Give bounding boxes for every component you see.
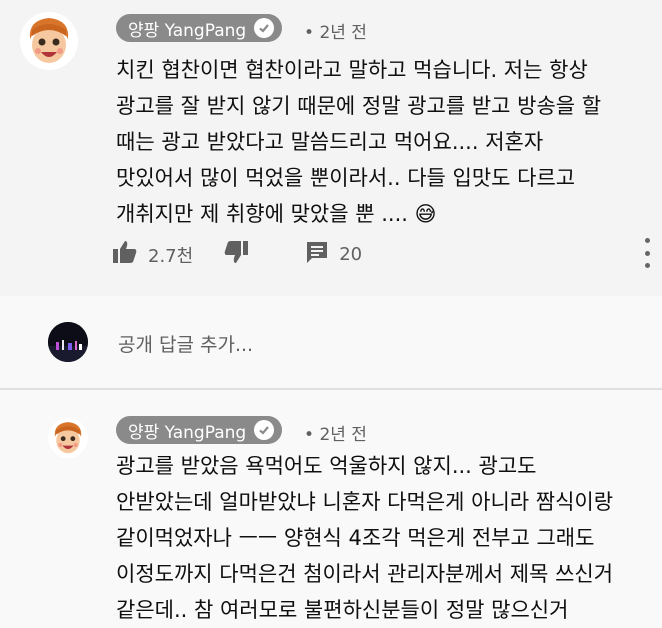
comment-text: 치킨 협찬이면 협찬이라고 말하고 먹습니다. 저는 항상 광고를 잘 받지 않… (116, 52, 601, 232)
comment-text: 광고를 받았음 욕먹어도 억울하지 않지... 광고도 안받았는데 얼마받았냐 … (116, 448, 613, 628)
comment-line: 같은데.. 참 여러모로 불편하신분들이 정말 많으신거 (116, 598, 569, 622)
sweat-smile-emoji: 😅 (414, 202, 437, 226)
comment-actions: 2.7천 20 (112, 240, 362, 269)
verified-check-icon (254, 18, 275, 38)
thumbs-down-icon (223, 240, 249, 269)
more-options-icon[interactable] (642, 238, 652, 268)
reply-input[interactable]: 공개 답글 추가... (118, 330, 253, 357)
comment-line: 안받았는데 얼마받았냐 니혼자 다먹은게 아니라 짬식이랑 (116, 490, 614, 514)
comment-line: 맛있어서 많이 먹었을 뿐이라서.. 다들 입맛도 다르고 (116, 166, 576, 190)
comment-line: 이정도까지 다먹은건 첨이라서 관리자분께서 제목 쓰신거 (116, 562, 614, 586)
comment-bubble-icon (305, 240, 329, 269)
comment-line: 같이먹었자나 ㅡㅡ 양현식 4조각 먹은게 전부고 그래도 (116, 526, 595, 550)
author-name: 양팡 YangPang (128, 20, 247, 41)
comment-line: 광고를 받았음 욕먹어도 억울하지 않지... 광고도 (116, 454, 537, 478)
like-button[interactable]: 2.7천 (112, 240, 193, 269)
divider (0, 388, 662, 390)
replies-button[interactable]: 20 (305, 240, 362, 269)
author-avatar[interactable] (48, 418, 88, 458)
comment-time: • 2년 전 (304, 23, 367, 43)
like-count: 2.7천 (148, 245, 194, 267)
author-avatar[interactable] (20, 12, 78, 70)
comment-line: 개취지만 제 취향에 맞았을 뿐 .... (116, 202, 408, 226)
reply-count: 20 (339, 244, 363, 265)
thumbs-up-icon (112, 240, 138, 269)
reply-input-row (0, 296, 662, 388)
comment-line: 광고를 잘 받지 않기 때문에 정말 광고를 받고 방송을 할 (116, 94, 602, 118)
dislike-button[interactable] (223, 240, 249, 269)
author-name-chip[interactable]: 양팡 YangPang (116, 14, 283, 42)
verified-check-icon (254, 420, 275, 440)
user-avatar (48, 322, 88, 362)
comment-line: 치킨 협찬이면 협찬이라고 말하고 먹습니다. 저는 항상 (116, 58, 588, 82)
comment-line: 때는 광고 받았다고 말씀드리고 먹어요.... 저혼자 (116, 130, 544, 154)
comment-time: • 2년 전 (304, 425, 367, 445)
author-name-chip[interactable]: 양팡 YangPang (116, 416, 283, 444)
author-name: 양팡 YangPang (128, 422, 247, 443)
